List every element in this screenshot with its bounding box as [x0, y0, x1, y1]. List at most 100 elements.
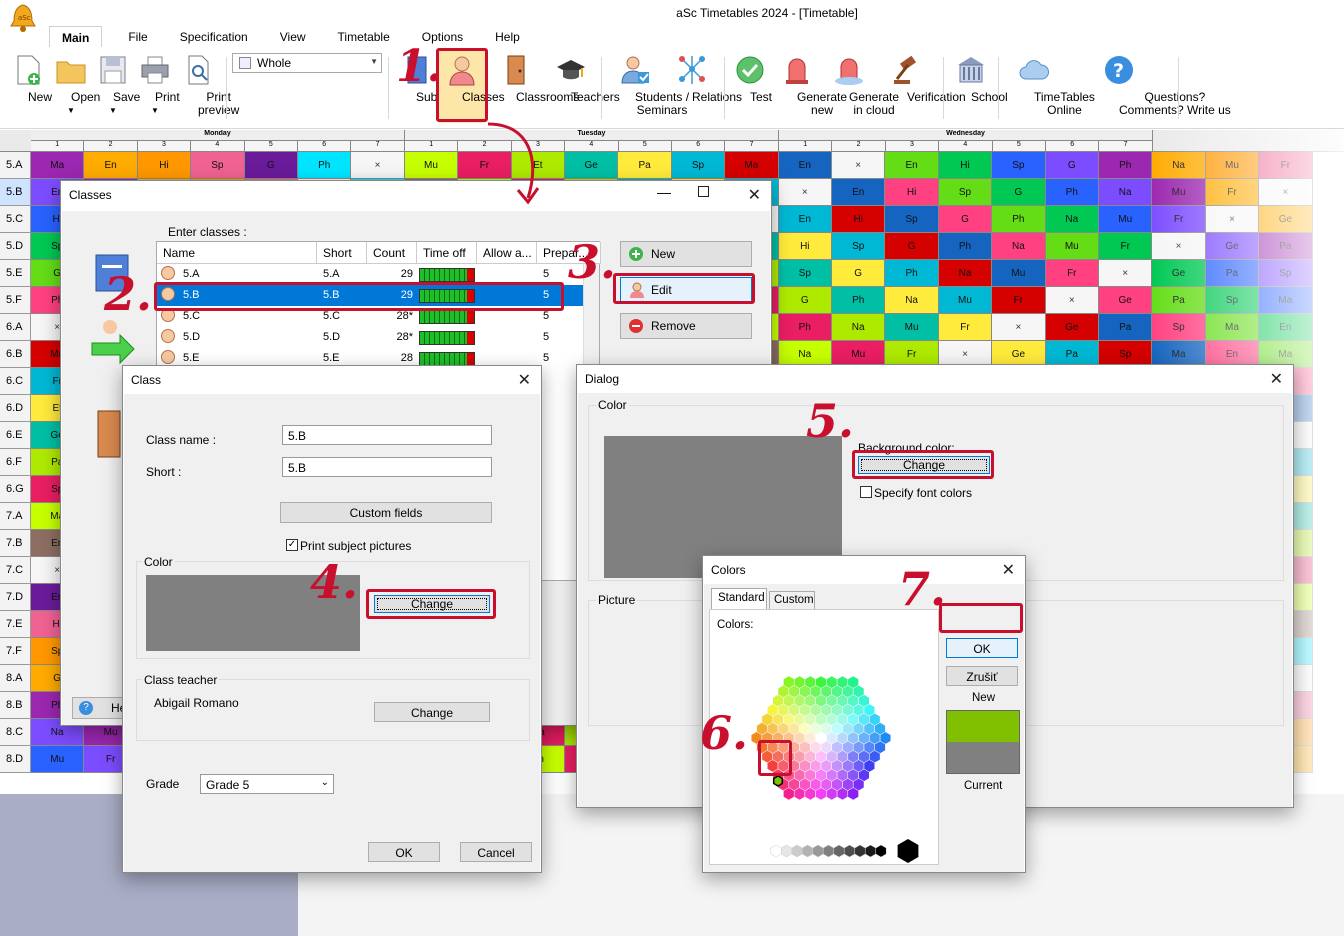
- lesson-card[interactable]: Mu: [938, 287, 993, 314]
- col-short[interactable]: Short: [317, 242, 367, 264]
- lesson-card[interactable]: Ge: [1045, 314, 1099, 341]
- lesson-card[interactable]: Ph: [778, 314, 832, 341]
- lesson-card[interactable]: ×: [1099, 260, 1153, 287]
- lesson-card[interactable]: En: [885, 152, 939, 179]
- lesson-card[interactable]: Hi: [885, 179, 939, 206]
- close-icon[interactable]: ✕: [1002, 560, 1015, 580]
- new-button[interactable]: New: [12, 53, 52, 104]
- menu-view[interactable]: View: [268, 26, 318, 48]
- lesson-card[interactable]: Ph: [832, 287, 886, 314]
- grid-row-label[interactable]: 6.D: [0, 395, 31, 422]
- generate-new-button[interactable]: Generate new: [772, 53, 847, 117]
- lesson-card[interactable]: ×: [778, 179, 832, 206]
- gray-swatch[interactable]: [854, 844, 866, 858]
- verification-button[interactable]: Verification: [876, 53, 966, 104]
- grid-row-label[interactable]: 7.E: [0, 611, 31, 638]
- change-teacher-button[interactable]: Change: [374, 702, 490, 722]
- students-seminars-button[interactable]: Students / Seminars: [606, 53, 689, 117]
- lesson-card[interactable]: Hi: [137, 152, 192, 179]
- grid-row-label[interactable]: 7.A: [0, 503, 31, 530]
- lesson-card[interactable]: En: [778, 206, 832, 233]
- timetables-online-button[interactable]: TimeTables Online: [1004, 53, 1095, 117]
- grid-row-label[interactable]: 5.A: [0, 152, 31, 179]
- grid-row-label[interactable]: 7.D: [0, 584, 31, 611]
- new-class-button[interactable]: New: [620, 241, 752, 267]
- grayscale-picker[interactable]: [770, 838, 920, 864]
- lesson-card[interactable]: ×: [351, 152, 405, 179]
- font-colors-checkbox[interactable]: [860, 486, 872, 498]
- grid-row-label[interactable]: 5.D: [0, 233, 31, 260]
- grid-row-label[interactable]: 6.G: [0, 476, 31, 503]
- lesson-card[interactable]: Sp: [992, 152, 1046, 179]
- lesson-card[interactable]: Sp: [671, 152, 726, 179]
- tab-standard[interactable]: Standard: [711, 588, 767, 610]
- lesson-card[interactable]: Ph: [1099, 152, 1153, 179]
- lesson-card[interactable]: Ma: [31, 152, 85, 179]
- colors-ok-button[interactable]: OK: [946, 638, 1018, 658]
- lesson-card[interactable]: Pa: [1099, 314, 1153, 341]
- lesson-card[interactable]: En: [832, 179, 886, 206]
- print-pictures-checkbox[interactable]: ✓: [286, 539, 298, 551]
- lesson-card[interactable]: En: [84, 152, 138, 179]
- questions-button[interactable]: ? Questions? Comments? Write us: [1066, 53, 1231, 117]
- lesson-card[interactable]: Fr: [1045, 260, 1099, 287]
- custom-fields-button[interactable]: Custom fields: [280, 502, 492, 523]
- lesson-card[interactable]: Ph: [885, 260, 939, 287]
- teachers-button[interactable]: Teachers: [546, 53, 620, 104]
- grid-row-label[interactable]: 8.D: [0, 746, 31, 773]
- lesson-card[interactable]: Na: [938, 260, 993, 287]
- lesson-card[interactable]: Hi: [832, 206, 886, 233]
- school-button[interactable]: School: [949, 53, 1008, 104]
- grid-row-label[interactable]: 7.B: [0, 530, 31, 557]
- open-button[interactable]: Open ▼: [54, 53, 100, 117]
- gray-swatch[interactable]: [865, 844, 876, 858]
- test-button[interactable]: Test: [732, 53, 772, 104]
- lesson-card[interactable]: Sp: [778, 260, 832, 287]
- lesson-card[interactable]: Na: [832, 314, 886, 341]
- gray-swatch[interactable]: [812, 844, 824, 858]
- grid-row-label[interactable]: 8.B: [0, 692, 31, 719]
- tab-custom[interactable]: Custom: [769, 591, 815, 610]
- class-name-input[interactable]: 5.B: [282, 425, 492, 445]
- gray-swatch[interactable]: [833, 844, 845, 858]
- lesson-card[interactable]: Hi: [778, 233, 832, 260]
- menu-timetable[interactable]: Timetable: [326, 26, 402, 48]
- short-input[interactable]: 5.B: [282, 457, 492, 477]
- lesson-card[interactable]: Ge: [1099, 287, 1153, 314]
- relations-button[interactable]: Relations: [666, 53, 742, 104]
- lesson-card[interactable]: G: [938, 206, 993, 233]
- selected-color-marker[interactable]: [772, 775, 784, 787]
- generate-cloud-button[interactable]: Generate in cloud: [824, 53, 899, 117]
- lesson-card[interactable]: Pa: [618, 152, 672, 179]
- lesson-card[interactable]: Fr: [992, 287, 1046, 314]
- lesson-card[interactable]: Mu: [31, 746, 85, 773]
- lesson-card[interactable]: Mu: [1099, 206, 1153, 233]
- col-time-off[interactable]: Time off: [417, 242, 477, 264]
- print-button[interactable]: Print ▼: [138, 53, 180, 117]
- grid-row-label[interactable]: 5.C: [0, 206, 31, 233]
- lesson-card[interactable]: Na: [1045, 206, 1099, 233]
- black-swatch[interactable]: [897, 839, 919, 863]
- grid-row-label[interactable]: 6.F: [0, 449, 31, 476]
- lesson-card[interactable]: Na: [1099, 179, 1153, 206]
- grid-row-label[interactable]: 7.C: [0, 557, 31, 584]
- col-allow[interactable]: Allow a...: [477, 242, 537, 264]
- classrooms-button[interactable]: Classrooms: [488, 53, 579, 104]
- maximize-icon[interactable]: [698, 186, 709, 197]
- menu-file[interactable]: File: [116, 26, 159, 48]
- grid-row-label[interactable]: 6.E: [0, 422, 31, 449]
- lesson-card[interactable]: Ph: [992, 206, 1046, 233]
- grid-row-label[interactable]: 6.B: [0, 341, 31, 368]
- close-icon[interactable]: ✕: [748, 185, 761, 205]
- ok-button[interactable]: OK: [368, 842, 440, 862]
- gray-swatch[interactable]: [802, 844, 813, 858]
- menu-main[interactable]: Main: [49, 26, 103, 48]
- gray-swatch[interactable]: [791, 844, 803, 858]
- lesson-card[interactable]: Ma: [725, 152, 779, 179]
- remove-class-button[interactable]: Remove: [620, 313, 752, 339]
- close-icon[interactable]: ✕: [1270, 369, 1283, 389]
- lesson-card[interactable]: G: [832, 260, 886, 287]
- class-row[interactable]: 5.D 5.D 28* 5: [157, 327, 587, 348]
- grid-row-label[interactable]: 8.C: [0, 719, 31, 746]
- lesson-card[interactable]: Mu: [885, 314, 939, 341]
